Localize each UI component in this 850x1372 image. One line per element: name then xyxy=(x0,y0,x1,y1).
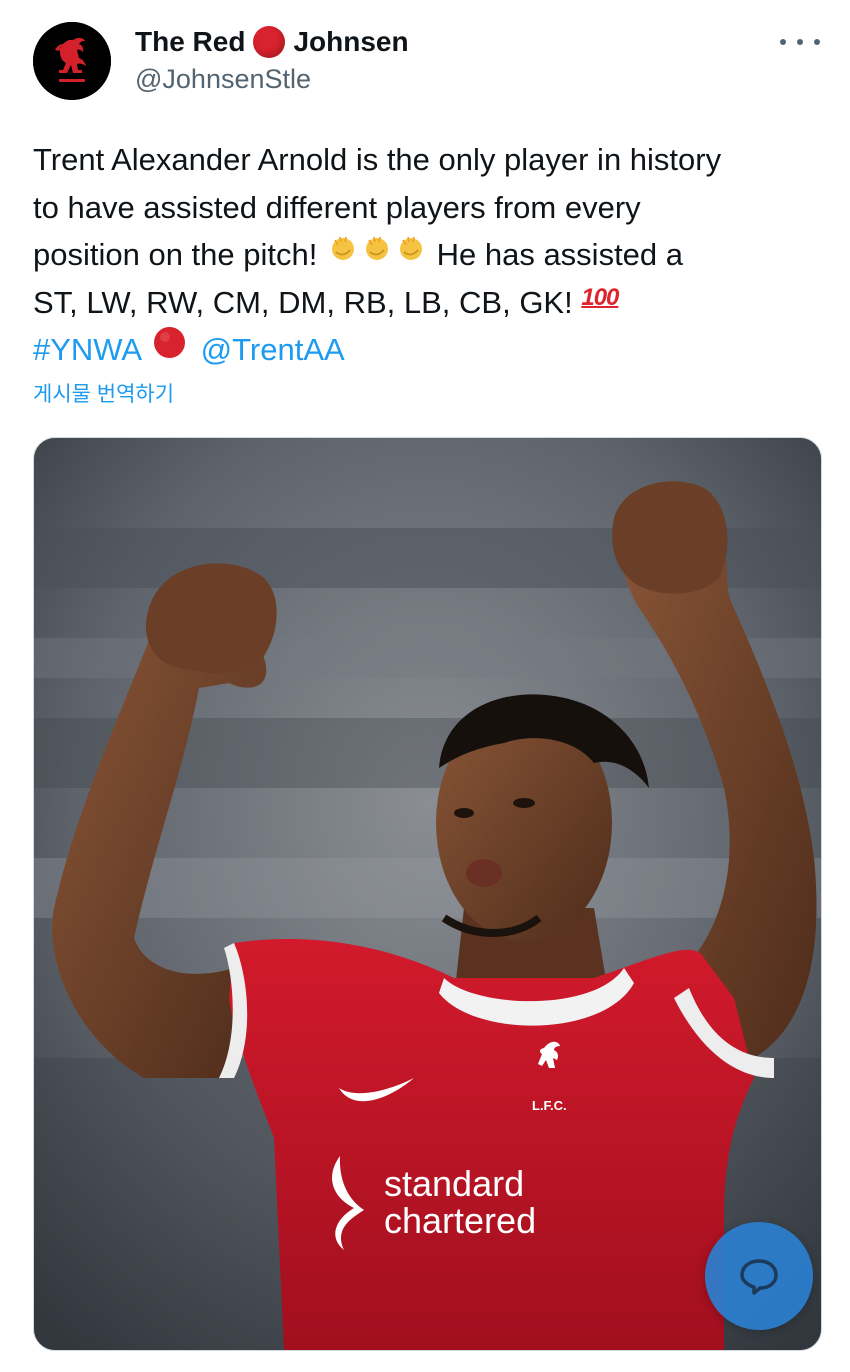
floating-reply-button[interactable] xyxy=(705,1222,813,1330)
tweet-line-segment: ST, LW, RW, CM, DM, RB, LB, CB, GK! xyxy=(33,284,573,320)
tweet-photo[interactable]: L.F.C. standard chartered xyxy=(33,437,822,1351)
more-dots-icon xyxy=(780,39,786,45)
sponsor-line2: chartered xyxy=(384,1200,536,1241)
clapping-hands-icon xyxy=(360,233,394,281)
clapping-hands-icon xyxy=(394,233,428,281)
more-options-button[interactable] xyxy=(780,24,820,60)
author-handle[interactable]: @JohnsenStle xyxy=(135,64,311,95)
tweet-line: position on the pitch! He has assisted a xyxy=(33,231,823,279)
tweet-line: Trent Alexander Arnold is the only playe… xyxy=(33,142,722,177)
author-name[interactable]: The Red Johnsen xyxy=(135,22,409,62)
player-celebration-image: L.F.C. standard chartered xyxy=(34,438,821,1350)
clapping-hands-icon xyxy=(326,233,360,281)
hundred-points-icon: 100 xyxy=(581,283,619,311)
hashtag-link[interactable]: #YNWA xyxy=(33,332,140,367)
author-name-part2: Johnsen xyxy=(293,26,409,57)
tweet-line: to have assisted different players from … xyxy=(33,189,641,225)
tweet-line-segment: He has assisted a xyxy=(436,237,684,272)
sponsor-line1: standard xyxy=(384,1163,524,1204)
translate-post-link[interactable]: 게시물 번역하기 xyxy=(33,378,174,408)
tweet-line: #YNWA @TrentAA xyxy=(33,326,823,374)
tweet-line-segment: position on the pitch! xyxy=(33,237,318,272)
avatar[interactable] xyxy=(33,22,111,100)
tweet-line: ST, LW, RW, CM, DM, RB, LB, CB, GK! 100 xyxy=(33,279,823,327)
red-circle-icon xyxy=(149,327,192,376)
author-name-part1: The Red xyxy=(135,26,246,57)
red-circle-emoji xyxy=(253,26,286,58)
mention-link[interactable]: @TrentAA xyxy=(201,332,345,367)
liverbird-icon xyxy=(33,22,111,100)
crest-text: L.F.C. xyxy=(532,1098,567,1113)
tweet-text: Trent Alexander Arnold is the only playe… xyxy=(33,136,823,374)
reply-bubble-icon xyxy=(740,1259,778,1295)
